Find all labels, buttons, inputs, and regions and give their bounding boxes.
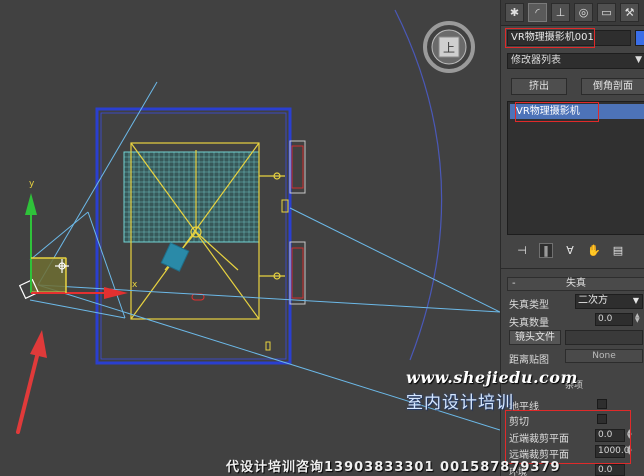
utilities-icon[interactable]: ⚒ — [620, 3, 639, 22]
clipping-checkbox[interactable] — [597, 414, 607, 424]
modify-icon[interactable]: ◜ — [528, 3, 547, 22]
scene-object-box — [160, 242, 190, 272]
window-frames — [281, 140, 306, 305]
collapse-icon: - — [512, 278, 516, 289]
annotation-arrow — [16, 330, 47, 434]
viewcube-label: 上 — [443, 41, 455, 55]
chevron-down-icon: ▼ — [632, 296, 639, 305]
display-icon[interactable]: ▭ — [597, 3, 616, 22]
distortion-rollout-header[interactable]: - 失真 — [507, 277, 644, 291]
lens-file-path[interactable] — [565, 330, 643, 345]
distortion-rollout-title: 失真 — [566, 278, 586, 289]
modifier-stack[interactable]: VR物理摄影机 — [507, 101, 644, 235]
environment-spinner[interactable]: 0.0 — [595, 464, 625, 476]
stack-item-vr-camera[interactable]: VR物理摄影机 — [510, 104, 644, 119]
object-color-swatch[interactable] — [635, 30, 644, 46]
distortion-type-label: 失真类型 — [509, 300, 549, 311]
axis-x-label: x — [132, 280, 138, 290]
far-clip-spinner[interactable]: 1000.0 — [595, 445, 630, 458]
horizon-checkbox[interactable] — [597, 399, 607, 409]
stack-toolbar: ⊣ ‖ ∀ ✋ ▤ — [501, 240, 644, 260]
spinner-arrows-icon[interactable]: ▲ ▼ — [627, 445, 633, 456]
command-panel-tabs: ✱ ◜ ⊥ ◎ ▭ ⚒ — [501, 0, 644, 26]
watermark-brand: 室内设计培训 — [406, 393, 514, 413]
distortion-amount-label: 失真数量 — [509, 318, 549, 329]
create-icon[interactable]: ✱ — [505, 3, 524, 22]
hierarchy-icon[interactable]: ⊥ — [551, 3, 570, 22]
remove-modifier-icon[interactable]: ✋ — [587, 244, 601, 257]
command-panel: ✱ ◜ ⊥ ◎ ▭ ⚒ VR物理摄影机001 修改器列表 ▼ 挤出 倒角剖面 V… — [500, 0, 644, 476]
make-unique-icon[interactable]: ∀ — [563, 244, 577, 257]
bevel-profile-button[interactable]: 倒角剖面 — [581, 78, 644, 95]
distortion-type-select[interactable]: 二次方 ▼ — [575, 294, 643, 309]
pin-stack-icon[interactable]: ⊣ — [515, 244, 529, 257]
configure-sets-icon[interactable]: ▤ — [611, 244, 625, 257]
distance-map-label: 距离贴图 — [509, 355, 549, 366]
modifier-list-label: 修改器列表 — [511, 55, 561, 66]
motion-icon[interactable]: ◎ — [574, 3, 593, 22]
near-clip-spinner[interactable]: 0.0 — [595, 429, 625, 442]
spinner-arrows-icon[interactable]: ▲ ▼ — [627, 429, 633, 440]
lens-file-button[interactable]: 镜头文件 — [509, 330, 561, 345]
scene-object-marker — [265, 341, 271, 351]
object-name-field[interactable]: VR物理摄影机001 — [507, 30, 631, 46]
watermark-site: www.shejiedu.com — [406, 368, 578, 387]
separator — [501, 268, 644, 269]
extrude-button[interactable]: 挤出 — [511, 78, 567, 95]
watermark-contact: 代设计培训咨询13903833301 001587879379 — [226, 460, 561, 475]
spinner-arrows-icon[interactable]: ▲ ▼ — [635, 313, 641, 324]
distortion-amount-spinner[interactable]: 0.0 — [595, 313, 633, 326]
distance-map-button[interactable]: None — [565, 349, 643, 363]
modifier-list-dropdown[interactable]: 修改器列表 ▼ — [507, 53, 644, 69]
chevron-down-icon: ▼ — [635, 55, 642, 65]
distortion-type-value: 二次方 — [578, 295, 608, 306]
near-clip-label: 近端裁剪平面 — [509, 434, 569, 445]
axis-y-label: y — [29, 179, 35, 189]
clipping-label: 剪切 — [509, 417, 529, 428]
show-end-result-icon[interactable]: ‖ — [539, 242, 553, 258]
